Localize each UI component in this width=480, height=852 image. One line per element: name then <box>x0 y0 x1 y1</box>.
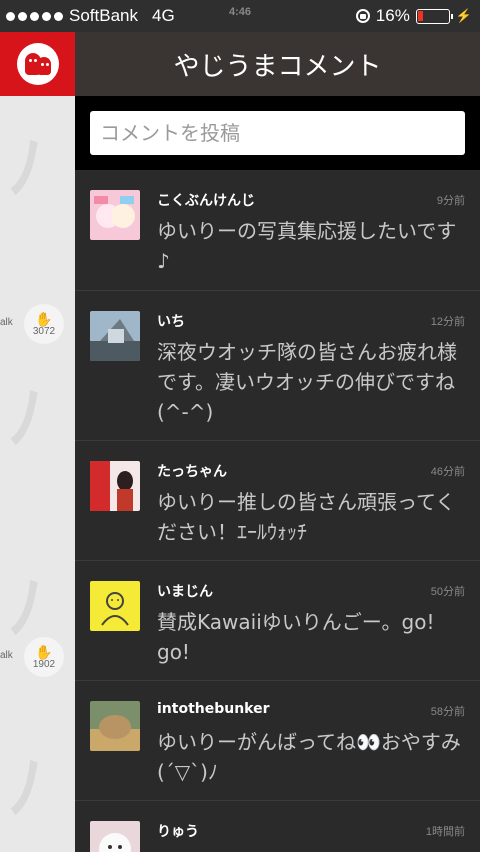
avatar <box>90 581 140 631</box>
avatar <box>90 190 140 240</box>
talk-label-fragment: alk <box>0 317 13 328</box>
comment-list[interactable]: こくぶんけんじ 9分前 ゆいりーの写真集応援したいです♪ いち 12分前 深夜ウ… <box>75 170 480 852</box>
battery-percent: 16% <box>375 6 410 25</box>
list-item[interactable]: たっちゃん 46分前 ゆいりー推しの皆さん頑張ってください！ｴｰﾙｳｫｯﾁ <box>75 441 480 561</box>
list-item[interactable]: いち 12分前 深夜ウオッチ隊の皆さんお疲れ様です。凄いウオッチの伸びですね(^… <box>75 291 480 441</box>
ghost-logo-icon <box>16 43 59 85</box>
battery-icon <box>415 8 453 24</box>
comment-text: 深夜ウオッチ隊の皆さんお疲れ様です。凄いウオッチの伸びですね(^-^) <box>157 340 457 424</box>
comment-time: 9分前 <box>436 195 465 207</box>
comment-time: 12分前 <box>430 316 465 328</box>
clap-icon: ✋ <box>35 643 53 660</box>
avatar <box>90 311 140 361</box>
clap-icon: ✋ <box>35 310 53 327</box>
comment-author: こくぶんけんじ <box>157 193 255 209</box>
comment-text <box>157 819 465 847</box>
comment-time: 1時間前 <box>425 826 465 838</box>
list-item[interactable]: intothebunker 58分前 ゆいりーがんばってね👀おやすみ(´▽`)ﾉ <box>75 681 480 801</box>
avatar <box>90 821 140 852</box>
background-page-strip: ﾉ ﾉ ﾉ ﾉ alk ✋ 3072 alk ✋ 1902 <box>0 32 75 852</box>
comment-input-bar <box>75 96 480 170</box>
comment-time: 50分前 <box>430 586 465 598</box>
list-item[interactable]: りゅう 1時間前 <box>75 801 480 852</box>
clap-count: 3072 <box>32 325 56 337</box>
avatar <box>90 461 140 511</box>
background-pattern-icon: ﾉ <box>8 377 43 459</box>
talk-label-fragment: alk <box>0 650 13 661</box>
background-pattern-icon: ﾉ <box>8 127 43 209</box>
avatar <box>90 701 140 751</box>
status-right: 16% ⚡ <box>355 6 472 26</box>
comment-author: りゅう <box>157 824 199 840</box>
panel-header: やじうまコメント <box>75 32 480 96</box>
list-item[interactable]: いまじん 50分前 賛成Kawaiiゆいりんごー。go! go! <box>75 561 480 681</box>
comment-input[interactable] <box>90 111 465 155</box>
comment-author: intothebunker <box>157 701 270 717</box>
clap-count: 1902 <box>32 658 56 670</box>
background-pattern-icon: ﾉ <box>8 747 43 829</box>
list-item[interactable]: こくぶんけんじ 9分前 ゆいりーの写真集応援したいです♪ <box>75 170 480 291</box>
comment-time: 46分前 <box>430 466 465 478</box>
comment-author: いち <box>157 314 185 330</box>
page-title: やじうまコメント <box>173 51 382 82</box>
rotation-lock-icon <box>355 9 370 23</box>
app-logo[interactable] <box>0 32 75 96</box>
comment-author: いまじん <box>157 584 213 600</box>
comment-time: 58分前 <box>430 706 465 718</box>
comment-author: たっちゃん <box>157 464 227 480</box>
status-bar: SoftBank 4G 4:46 16% ⚡ <box>0 0 480 32</box>
charging-icon: ⚡ <box>455 8 472 23</box>
clap-button[interactable]: ✋ 3072 <box>24 304 64 344</box>
clap-button[interactable]: ✋ 1902 <box>24 637 64 677</box>
